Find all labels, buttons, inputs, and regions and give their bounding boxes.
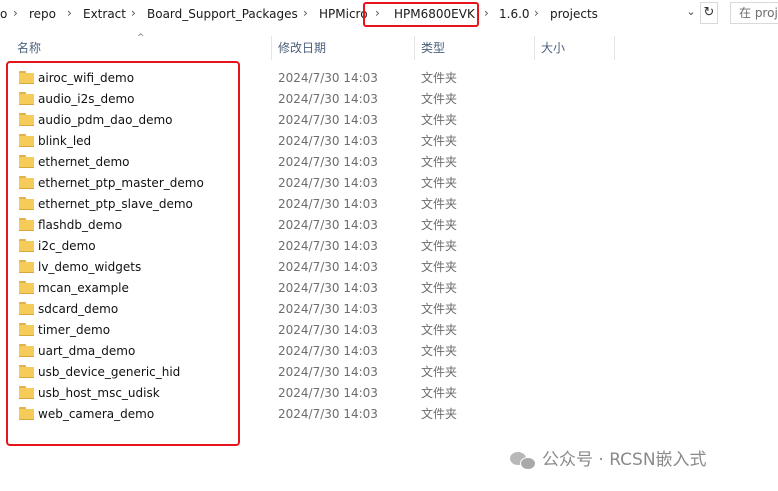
breadcrumb-item-root[interactable]: o: [0, 6, 7, 22]
column-divider[interactable]: [614, 36, 615, 60]
column-divider[interactable]: [534, 36, 535, 60]
breadcrumb-item-projects[interactable]: projects: [550, 6, 598, 22]
column-name[interactable]: 名称: [17, 40, 41, 56]
address-bar: o › repo › Extract › Board_Support_Packa…: [0, 0, 778, 28]
chevron-right-icon[interactable]: ›: [131, 5, 139, 21]
chevron-right-icon[interactable]: ›: [484, 5, 492, 21]
file-type: 文件夹: [421, 71, 458, 85]
column-size[interactable]: 大小: [541, 40, 565, 56]
breadcrumb-highlight: [363, 2, 479, 27]
file-type: 文件夹: [421, 113, 458, 127]
file-type: 文件夹: [421, 302, 458, 316]
breadcrumb-item-extract[interactable]: Extract: [83, 6, 126, 22]
file-type: 文件夹: [421, 407, 458, 421]
file-date: 2024/7/30 14:03: [278, 197, 378, 211]
chevron-right-icon[interactable]: ›: [303, 5, 311, 21]
refresh-icon[interactable]: ↻: [700, 2, 718, 24]
file-date: 2024/7/30 14:03: [278, 176, 378, 190]
file-type: 文件夹: [421, 386, 458, 400]
file-date: 2024/7/30 14:03: [278, 365, 378, 379]
file-date: 2024/7/30 14:03: [278, 386, 378, 400]
file-type: 文件夹: [421, 260, 458, 274]
file-type: 文件夹: [421, 281, 458, 295]
file-type: 文件夹: [421, 134, 458, 148]
file-type: 文件夹: [421, 323, 458, 337]
search-input[interactable]: 在 proj: [730, 2, 778, 24]
file-type: 文件夹: [421, 176, 458, 190]
breadcrumb[interactable]: o › repo › Extract › Board_Support_Packa…: [0, 2, 700, 27]
file-date: 2024/7/30 14:03: [278, 134, 378, 148]
breadcrumb-item-repo[interactable]: repo: [29, 6, 56, 22]
column-divider[interactable]: [271, 36, 272, 60]
breadcrumb-item-version[interactable]: 1.6.0: [499, 6, 530, 22]
file-type: 文件夹: [421, 239, 458, 253]
breadcrumb-item-bsp[interactable]: Board_Support_Packages: [147, 6, 298, 22]
chevron-down-icon[interactable]: ⌄: [684, 5, 698, 19]
file-date: 2024/7/30 14:03: [278, 71, 378, 85]
file-date: 2024/7/30 14:03: [278, 323, 378, 337]
watermark-text: 公众号 · RCSN嵌入式: [542, 450, 707, 470]
column-divider[interactable]: [414, 36, 415, 60]
breadcrumb-item-hpmicro[interactable]: HPMicro: [319, 6, 368, 22]
file-date: 2024/7/30 14:03: [278, 218, 378, 232]
file-date: 2024/7/30 14:03: [278, 302, 378, 316]
file-type: 文件夹: [421, 197, 458, 211]
file-type: 文件夹: [421, 344, 458, 358]
chevron-right-icon[interactable]: ›: [67, 5, 75, 21]
file-date: 2024/7/30 14:03: [278, 92, 378, 106]
file-type: 文件夹: [421, 365, 458, 379]
column-type[interactable]: 类型: [421, 40, 445, 56]
file-date: 2024/7/30 14:03: [278, 344, 378, 358]
sort-up-icon: ^: [137, 33, 145, 43]
file-date: 2024/7/30 14:03: [278, 260, 378, 274]
wechat-icon: [510, 450, 536, 470]
file-date: 2024/7/30 14:03: [278, 155, 378, 169]
column-date[interactable]: 修改日期: [278, 40, 326, 56]
file-date: 2024/7/30 14:03: [278, 113, 378, 127]
chevron-right-icon[interactable]: ›: [13, 5, 21, 21]
chevron-right-icon[interactable]: ›: [534, 5, 542, 21]
file-date: 2024/7/30 14:03: [278, 239, 378, 253]
column-header: ^ 名称 修改日期 类型 大小: [0, 33, 778, 60]
file-type: 文件夹: [421, 218, 458, 232]
file-type: 文件夹: [421, 155, 458, 169]
file-date: 2024/7/30 14:03: [278, 407, 378, 421]
file-date: 2024/7/30 14:03: [278, 281, 378, 295]
selection-highlight: [6, 61, 240, 446]
file-type: 文件夹: [421, 92, 458, 106]
